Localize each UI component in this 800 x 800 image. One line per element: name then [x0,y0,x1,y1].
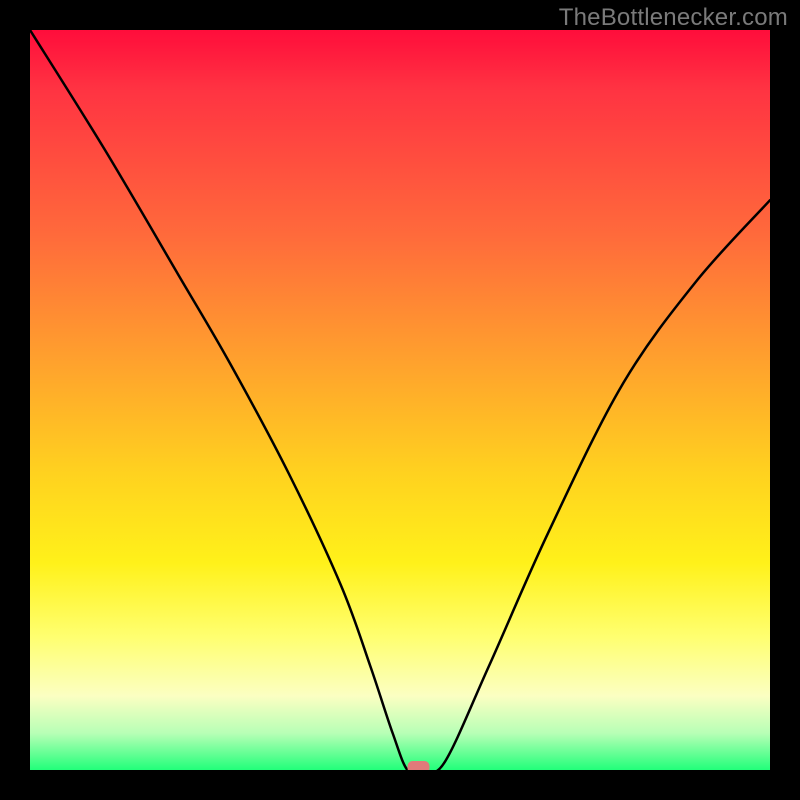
bottleneck-curve [30,30,770,770]
chart-frame: TheBottlenecker.com [0,0,800,800]
minimum-marker [408,761,430,770]
bottleneck-chart-svg [30,30,770,770]
watermark-text: TheBottlenecker.com [559,4,788,32]
plot-area [30,30,770,770]
